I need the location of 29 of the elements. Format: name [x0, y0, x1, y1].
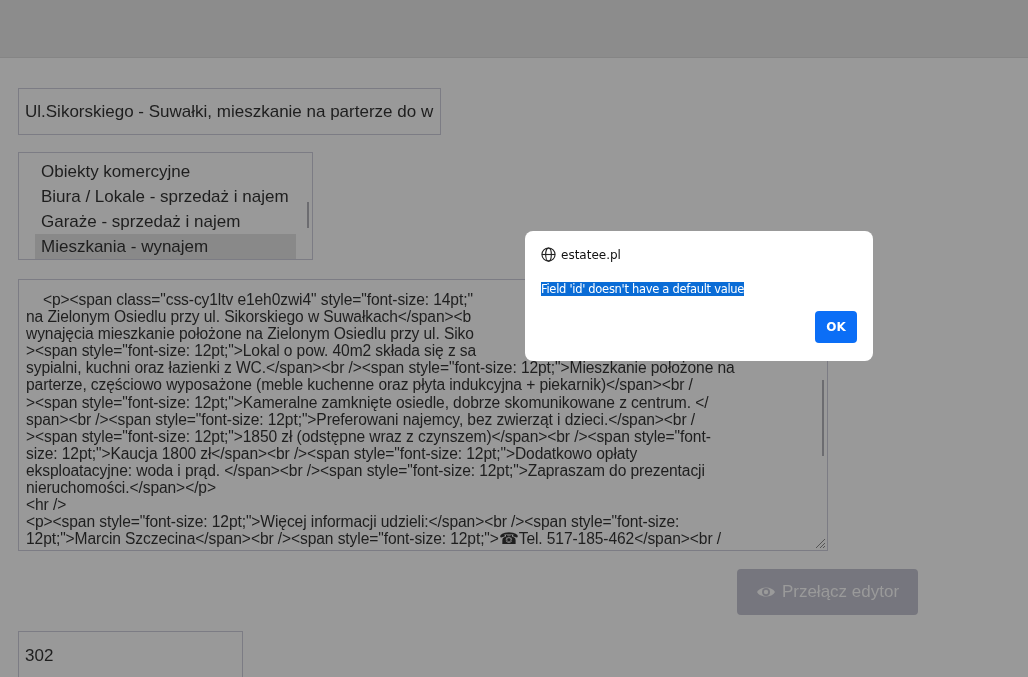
ok-button[interactable]: OK: [815, 311, 857, 343]
scrollbar-thumb[interactable]: [822, 380, 824, 456]
title-field[interactable]: Ul.Sikorskiego - Suwałki, mieszkanie na parterze do w: [18, 88, 441, 135]
id-field[interactable]: 302: [18, 631, 243, 677]
list-option[interactable]: Garaże - sprzedaż i najem: [35, 209, 296, 234]
code-line: span><br /><span style="font-size: 12pt;">Preferowani najemcy, bez zwierząt i dzieci.</span><br /: [26, 410, 695, 428]
category-list[interactable]: Obiekty komercyjne Biura / Lokale - sprzedaż i najem Garaże - sprzedaż i najem Mieszkania - wynajem: [18, 152, 313, 260]
code-line: parterze, częściowo wyposażone (meble kuchenne oraz płyta indukcyjna + piekarnik)</span><br /: [26, 376, 693, 394]
code-line: eksploatacyjne: woda i prąd. </span><br /><span style="font-size: 12pt;">Zapraszam do prezentacji: [26, 461, 705, 480]
code-line: 12pt;">Marcin Szczecina</span><br /><span style="font-size: 12pt;">☎Tel. 517-185-462</span><br /: [26, 530, 721, 548]
code-line: <hr />: [26, 496, 67, 514]
code-line: sypialni, kuchni oraz łazienki z WC.</span><br /><span style="font-size: 12pt;">Mieszkanie położone na: [26, 359, 735, 377]
code-line: <p><span style="font-size: 12pt;">Więcej informacji udzieli:</span><br /><span style="font-size:: [26, 513, 680, 531]
resize-grip-icon[interactable]: [814, 537, 826, 549]
list-option[interactable]: Obiekty komercyjne: [35, 159, 296, 184]
site-name: estatee.pl: [561, 247, 621, 262]
code-line: size: 12pt;">Kaucja 1800 zł</span><br /><span style="font-size: 12pt;">Dodatkowo opłaty: [26, 444, 638, 462]
code-line: wynajęcia mieszkanie położone na Zielonym Osiedlu przy ul. Siko: [26, 325, 474, 343]
code-line: na Zielonym Osiedlu przy ul. Sikorskiego w Suwałkach</span><b: [26, 308, 472, 326]
list-option[interactable]: Biura / Lokale - sprzedaż i najem: [35, 184, 296, 209]
code-line: ><span style="font-size: 12pt;">1850 zł (odstępne wraz z czynszem)</span><br /><span style="font-: [26, 427, 711, 445]
globe-icon: [541, 247, 556, 262]
code-line: <p><span class="css-cy1ltv e1eh0zwi4" style="font-size: 14pt;": [42, 291, 473, 309]
code-line: nieruchomości.</span></p>: [26, 479, 216, 497]
list-option[interactable]: Mieszkania - wynajem: [35, 234, 296, 259]
dialog-message: Field 'id' doesn't have a default value: [541, 282, 745, 296]
code-line: ><span style="font-size: 12pt;">Kameralne zamknięte osiedle, dobrze skomunikowane z centrum. </: [26, 393, 709, 411]
scrollbar-thumb[interactable]: [307, 202, 309, 228]
code-line: ><span style="font-size: 12pt;">Lokal o pow. 40m2 składa się z sa: [26, 342, 477, 360]
